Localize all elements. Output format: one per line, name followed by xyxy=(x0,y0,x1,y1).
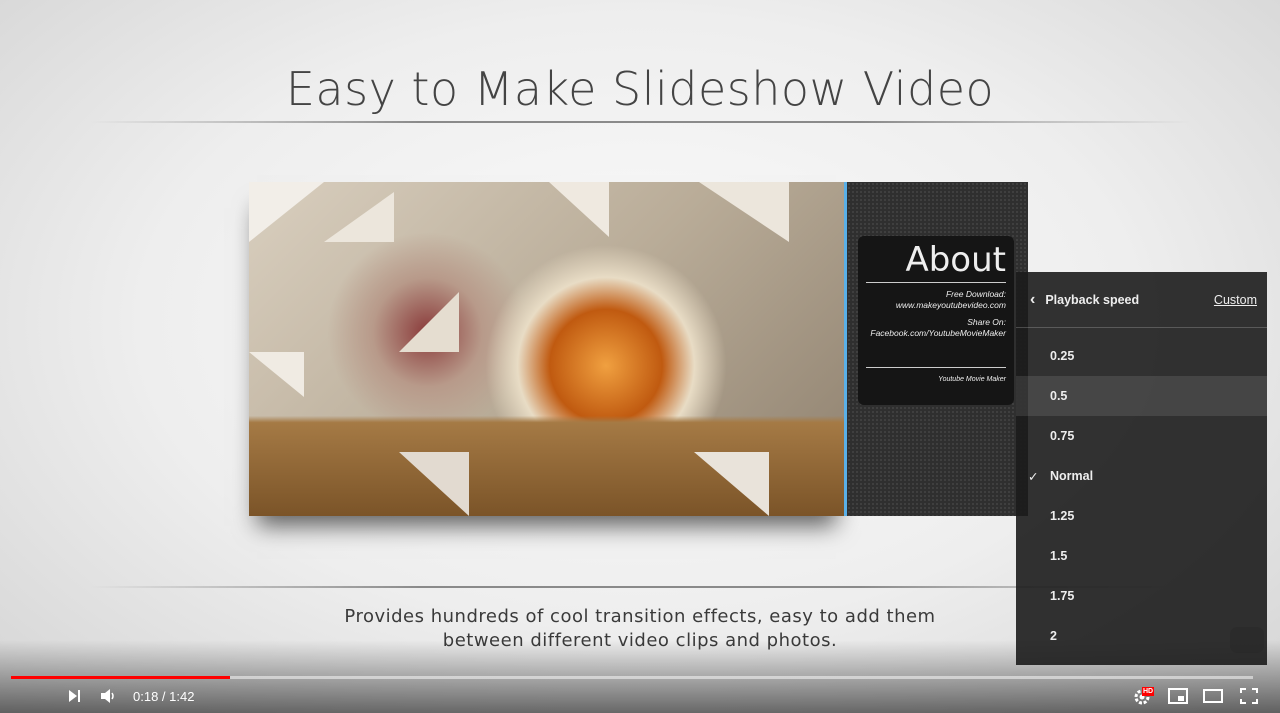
speed-option-label: 0.5 xyxy=(1050,389,1068,403)
progress-bar[interactable] xyxy=(11,676,1253,679)
theater-icon xyxy=(1203,689,1223,703)
theater-mode-button[interactable] xyxy=(1203,688,1223,707)
time-display: 0:18 / 1:42 xyxy=(133,689,195,704)
miniplayer-icon xyxy=(1168,688,1188,704)
menu-header: ‹ Playback speed Custom xyxy=(1016,272,1267,328)
speed-option-normal[interactable]: ✓ Normal xyxy=(1016,456,1267,496)
speed-option-0-5[interactable]: 0.5 xyxy=(1016,376,1267,416)
check-icon: ✓ xyxy=(1028,469,1039,484)
next-icon xyxy=(69,690,80,702)
speed-option-1-25[interactable]: 1.25 xyxy=(1016,496,1267,536)
speed-option-label: 1.25 xyxy=(1050,509,1075,523)
miniplayer-button[interactable] xyxy=(1168,688,1188,707)
next-button[interactable] xyxy=(66,688,82,707)
speed-option-2[interactable]: 2 xyxy=(1016,616,1267,656)
volume-button[interactable] xyxy=(99,688,117,707)
speed-option-1-5[interactable]: 1.5 xyxy=(1016,536,1267,576)
hd-badge: HD xyxy=(1142,687,1155,696)
playback-speed-menu: ‹ Playback speed Custom 0.25 0.5 0.75 ✓ Norm… xyxy=(1016,272,1267,665)
speed-option-label: 2 xyxy=(1050,629,1057,643)
fullscreen-button[interactable] xyxy=(1240,688,1258,707)
slide-image xyxy=(249,182,844,516)
settings-button[interactable]: HD xyxy=(1133,687,1155,709)
speed-option-label: Normal xyxy=(1050,469,1094,483)
speed-option-0-75[interactable]: 0.75 xyxy=(1016,416,1267,456)
speed-option-label: 0.25 xyxy=(1050,349,1075,363)
menu-title: Playback speed xyxy=(1045,292,1140,307)
speed-option-label: 0.75 xyxy=(1050,429,1075,443)
back-button[interactable]: ‹ xyxy=(1030,291,1035,309)
about-card: About Free Download: www.makeyoutubevide… xyxy=(858,236,1014,405)
divider xyxy=(90,121,1190,123)
speed-option-label: 1.75 xyxy=(1050,589,1075,603)
volume-icon xyxy=(101,689,114,703)
custom-speed-link[interactable]: Custom xyxy=(1214,293,1257,307)
speed-option-1-75[interactable]: 1.75 xyxy=(1016,576,1267,616)
slide-title: Easy to Make Slideshow Video xyxy=(285,62,995,116)
progress-fill xyxy=(11,676,230,679)
speed-option-0-25[interactable]: 0.25 xyxy=(1016,336,1267,376)
fullscreen-icon xyxy=(1240,688,1258,704)
speed-option-label: 1.5 xyxy=(1050,549,1068,563)
